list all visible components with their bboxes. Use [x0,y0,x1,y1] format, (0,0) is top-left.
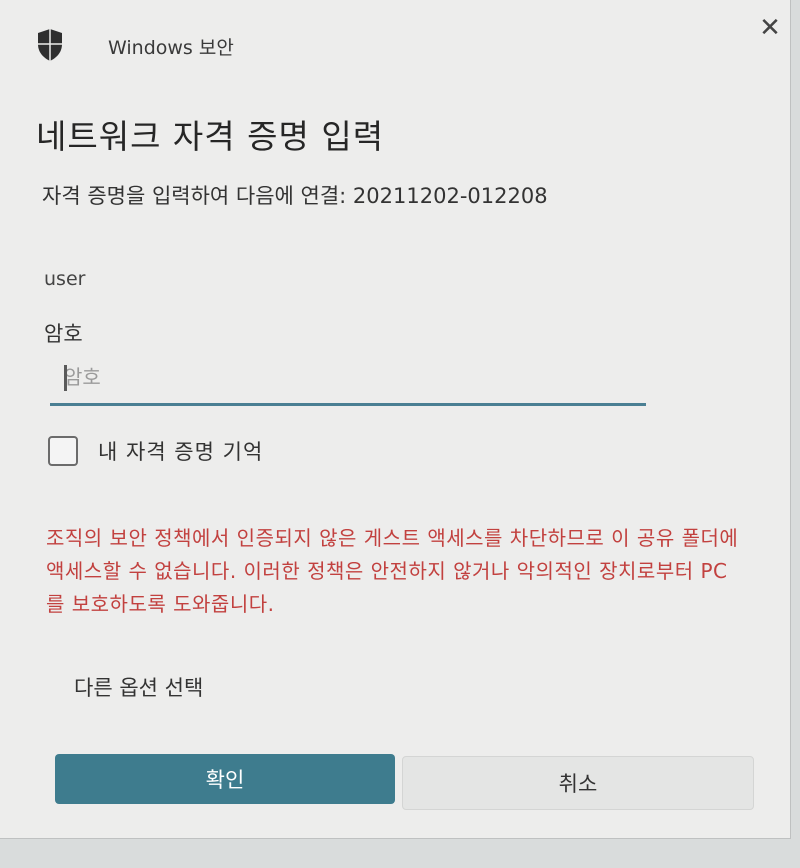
text-caret [64,365,67,391]
title-bar: Windows 보안 ✕ [0,0,790,90]
other-options-link[interactable]: 다른 옵션 선택 [74,672,203,702]
username-text: user [44,268,86,290]
remember-label: 내 자격 증명 기억 [98,440,264,464]
connection-subtitle: 자격 증명을 입력하여 다음에 연결: 20211202-012208 [42,184,548,208]
app-title: Windows 보안 [108,37,234,59]
cancel-button[interactable]: 취소 [402,756,754,810]
password-field[interactable] [50,355,646,406]
close-icon: ✕ [759,13,781,43]
shield-icon [38,29,62,61]
ok-button[interactable]: 확인 [55,754,395,804]
dialog-heading: 네트워크 자격 증명 입력 [36,117,385,156]
password-input[interactable] [50,355,646,399]
password-label: 암호 [44,322,83,346]
remember-checkbox[interactable] [48,436,78,466]
credential-dialog: Windows 보안 ✕ 네트워크 자격 증명 입력 자격 증명을 입력하여 다… [0,0,791,839]
remember-credentials[interactable]: 내 자격 증명 기억 [48,436,263,466]
close-button[interactable]: ✕ [752,12,788,44]
guest-access-warning: 조직의 보안 정책에서 인증되지 않은 게스트 액세스를 차단하므로 이 공유 … [46,526,739,616]
